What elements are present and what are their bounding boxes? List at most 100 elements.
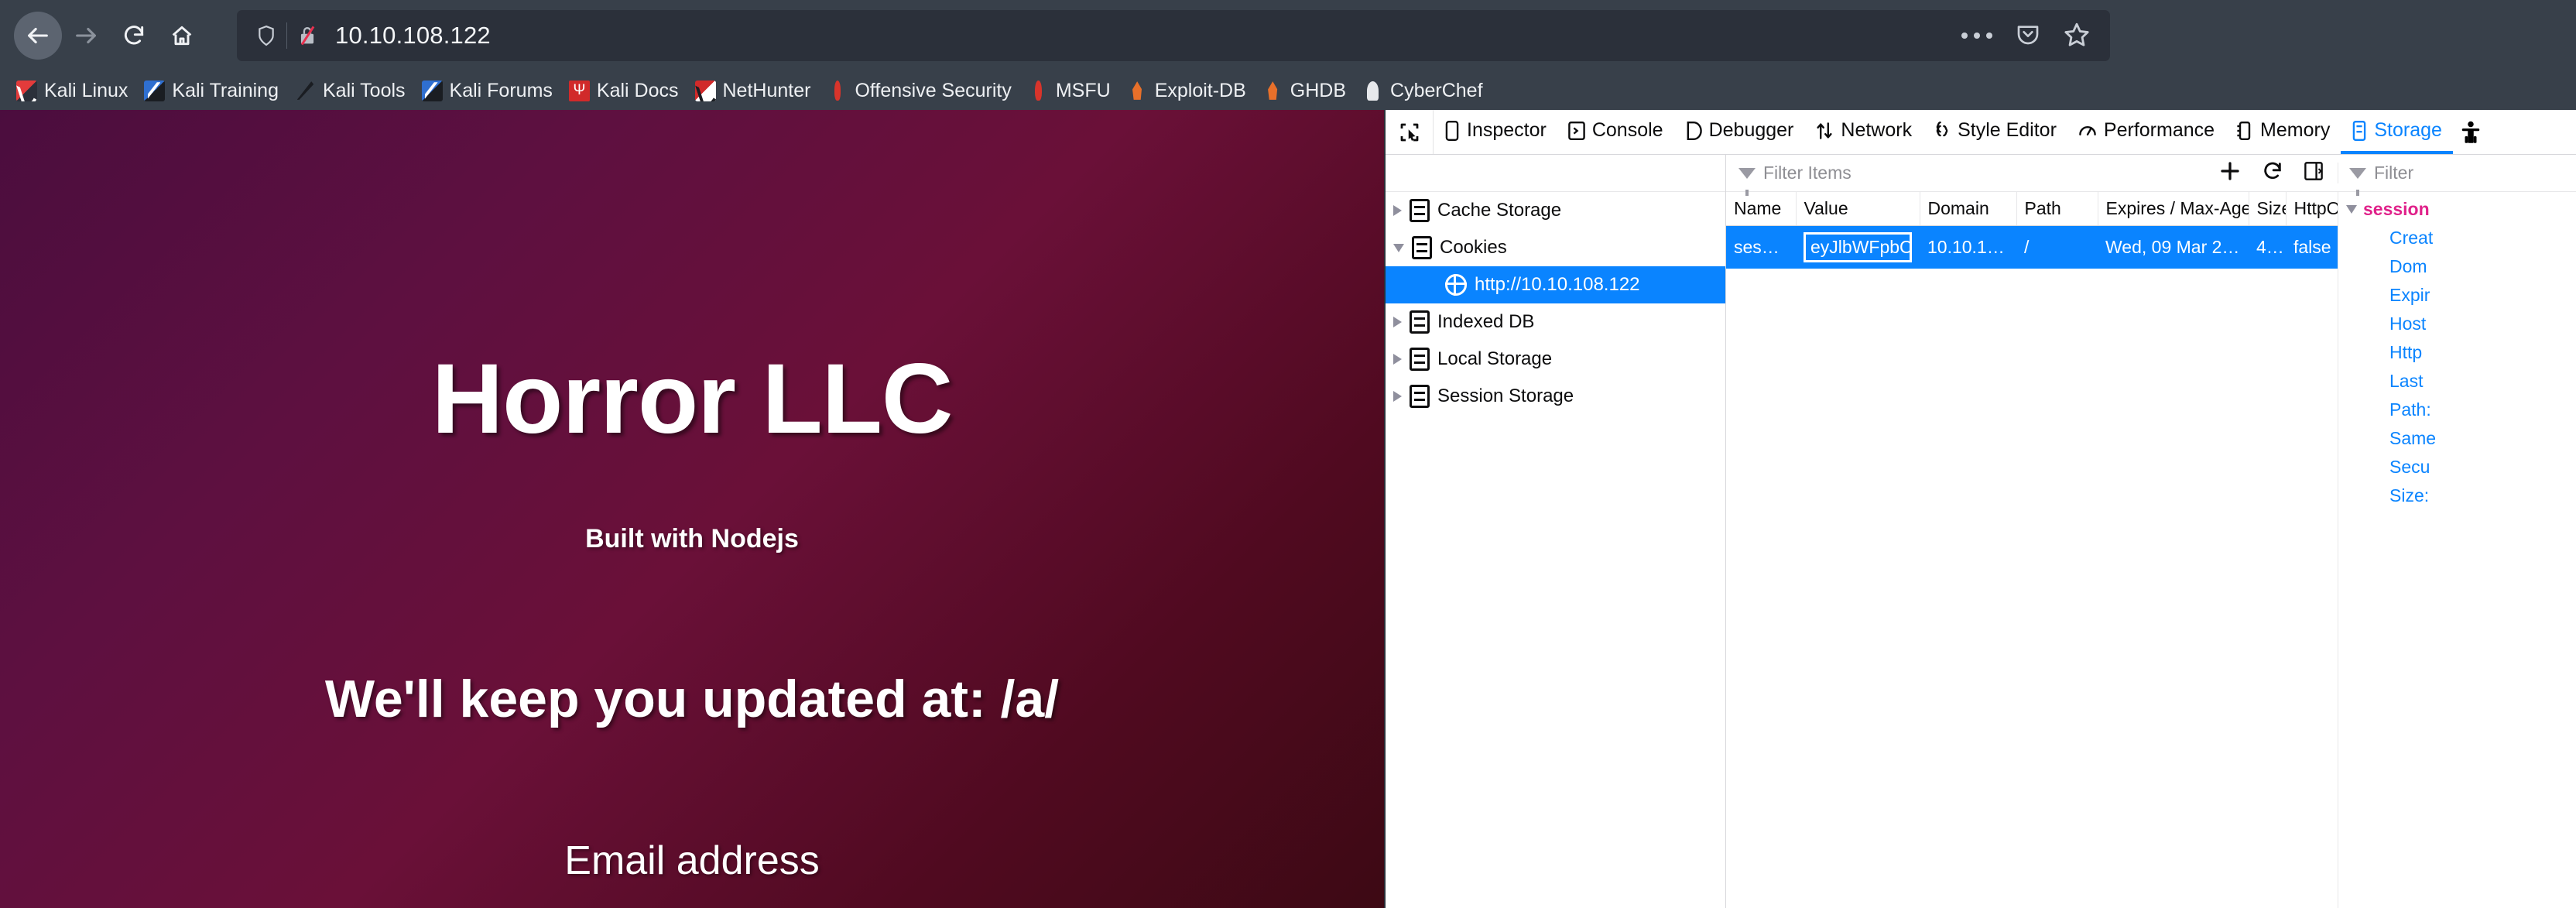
data-property-row[interactable]: Http bbox=[2338, 338, 2576, 367]
accessibility-person-icon[interactable] bbox=[2453, 110, 2489, 154]
data-property-row[interactable]: Creat bbox=[2338, 224, 2576, 252]
tab-performance[interactable]: Performance bbox=[2067, 110, 2225, 154]
data-property-row[interactable]: Size: bbox=[2338, 481, 2576, 510]
address-divider bbox=[286, 22, 287, 49]
chevron-right-icon[interactable] bbox=[1393, 205, 1402, 216]
column-header-domain[interactable]: Domain bbox=[1920, 192, 2017, 226]
chevron-right-icon[interactable] bbox=[1393, 317, 1402, 327]
column-header-name[interactable]: Name bbox=[1726, 192, 1797, 226]
bookmark-kali-training[interactable]: Kali Training bbox=[137, 77, 286, 105]
table-row[interactable]: session eyJlbWFpbCI6ICJ 10.10.108.122 / … bbox=[1726, 225, 2348, 269]
url-text[interactable]: 10.10.108.122 bbox=[335, 22, 1961, 50]
devtools-toolbar: Inspector Console Debugger Network Style… bbox=[1386, 110, 2576, 155]
back-button[interactable] bbox=[14, 12, 62, 60]
cell-path[interactable]: / bbox=[2016, 225, 2098, 269]
kali-training-icon bbox=[144, 80, 166, 101]
data-property-label: Host bbox=[2389, 314, 2427, 334]
address-bar[interactable]: 10.10.108.122 bbox=[237, 10, 2110, 61]
chevron-right-icon[interactable] bbox=[1393, 354, 1402, 365]
tab-network[interactable]: Network bbox=[1804, 110, 1923, 154]
chevron-down-icon[interactable] bbox=[2346, 205, 2357, 214]
data-property-row[interactable]: Dom bbox=[2338, 252, 2576, 281]
column-header-size[interactable]: Size bbox=[2249, 192, 2287, 226]
bookmark-exploit-db[interactable]: Exploit-DB bbox=[1120, 77, 1253, 105]
performance-icon bbox=[2078, 122, 2097, 140]
cell-name[interactable]: session bbox=[1726, 225, 1796, 269]
tree-item-session-storage[interactable]: Session Storage bbox=[1386, 378, 1725, 415]
bookmark-kali-forums[interactable]: Kali Forums bbox=[415, 77, 560, 105]
database-icon bbox=[1410, 310, 1430, 334]
column-header-expires[interactable]: Expires / Max-Age bbox=[2098, 192, 2249, 226]
tab-style-editor[interactable]: Style Editor bbox=[1923, 110, 2067, 154]
ellipsis-icon[interactable] bbox=[1961, 33, 1992, 39]
tree-item-cache-storage[interactable]: Cache Storage bbox=[1386, 192, 1725, 229]
star-icon[interactable] bbox=[2064, 21, 2090, 51]
cell-value[interactable]: eyJlbWFpbCI6ICJ bbox=[1796, 225, 1920, 269]
data-property-row[interactable]: Host bbox=[2338, 310, 2576, 338]
browser-window: 10.10.108.122 Kali Linux Kali Training K bbox=[0, 0, 2576, 908]
tab-inspector[interactable]: Inspector bbox=[1434, 110, 1557, 154]
cell-size[interactable]: 403 bbox=[2249, 225, 2286, 269]
cell-domain[interactable]: 10.10.108.122 bbox=[1920, 225, 2016, 269]
home-button[interactable] bbox=[158, 12, 206, 60]
bookmark-label: Exploit-DB bbox=[1154, 79, 1246, 101]
cookie-value-editor[interactable]: eyJlbWFpbCI6ICJ bbox=[1804, 232, 1912, 262]
bookmark-kali-tools[interactable]: Kali Tools bbox=[288, 77, 413, 105]
tree-item-cookies[interactable]: Cookies bbox=[1386, 229, 1725, 266]
page-title: Horror LLC bbox=[431, 344, 954, 454]
page-notice: We'll keep you updated at: /a/ bbox=[324, 670, 1060, 728]
kali-dragon-icon bbox=[16, 80, 37, 101]
tab-memory[interactable]: Memory bbox=[2225, 110, 2341, 154]
column-header-path[interactable]: Path bbox=[2016, 192, 2098, 226]
network-icon bbox=[1815, 122, 1834, 140]
bookmark-kali-docs[interactable]: Kali Docs bbox=[562, 77, 686, 105]
sidebar-toggle-icon[interactable] bbox=[2304, 161, 2324, 185]
tab-label: Storage bbox=[2374, 119, 2442, 141]
data-property-row[interactable]: Expir bbox=[2338, 281, 2576, 310]
data-property-row[interactable]: Secu bbox=[2338, 453, 2576, 481]
data-property-row[interactable]: Path: bbox=[2338, 396, 2576, 424]
data-property-row[interactable]: Same bbox=[2338, 424, 2576, 453]
tab-storage[interactable]: Storage bbox=[2341, 110, 2453, 154]
bookmark-ghdb[interactable]: GHDB bbox=[1255, 77, 1353, 105]
debugger-icon bbox=[1685, 121, 1702, 140]
storage-main: Filter Items Filter Name Value Domain Pa… bbox=[1726, 155, 2576, 908]
bookmark-msfu[interactable]: MSFU bbox=[1021, 77, 1118, 105]
bookmark-offensive-security[interactable]: Offensive Security bbox=[820, 77, 1018, 105]
bookmark-label: Offensive Security bbox=[855, 79, 1012, 101]
pocket-icon[interactable] bbox=[2016, 22, 2040, 50]
tree-item-label: Session Storage bbox=[1437, 385, 1574, 406]
element-picker-icon[interactable] bbox=[1386, 110, 1434, 154]
chevron-right-icon[interactable] bbox=[1393, 391, 1402, 402]
tree-item-cookie-origin[interactable]: http://10.10.108.122 bbox=[1386, 266, 1725, 303]
email-field-label: Email address bbox=[564, 838, 820, 883]
data-filter-input[interactable]: Filter bbox=[2338, 163, 2576, 196]
refresh-icon[interactable] bbox=[2262, 160, 2283, 186]
tree-item-local-storage[interactable]: Local Storage bbox=[1386, 341, 1725, 378]
bookmark-kali-linux[interactable]: Kali Linux bbox=[9, 77, 135, 105]
bookmark-label: Kali Training bbox=[172, 79, 279, 101]
tab-label: Memory bbox=[2260, 119, 2331, 141]
data-property-row[interactable]: Last bbox=[2338, 367, 2576, 396]
tab-debugger[interactable]: Debugger bbox=[1674, 110, 1805, 154]
shield-icon[interactable] bbox=[251, 24, 282, 47]
forward-button[interactable] bbox=[62, 12, 110, 60]
database-icon bbox=[1410, 385, 1430, 408]
broken-lock-icon[interactable] bbox=[292, 24, 323, 47]
tree-item-indexed-db[interactable]: Indexed DB bbox=[1386, 303, 1725, 341]
filter-items-input[interactable]: Filter Items bbox=[1726, 163, 2204, 196]
cell-expires[interactable]: Wed, 09 Mar 2022 ... bbox=[2098, 225, 2249, 269]
data-root-row[interactable]: session bbox=[2338, 195, 2576, 224]
column-header-value[interactable]: Value bbox=[1796, 192, 1920, 226]
data-property-label: Expir bbox=[2389, 285, 2430, 305]
tab-console[interactable]: Console bbox=[1557, 110, 1674, 154]
bookmark-nethunter[interactable]: NetHunter bbox=[688, 77, 818, 105]
table-header-row: Name Value Domain Path Expires / Max-Age… bbox=[1726, 192, 2348, 226]
tree-item-label: Indexed DB bbox=[1437, 311, 1535, 332]
bookmark-cyberchef[interactable]: CyberChef bbox=[1355, 77, 1490, 105]
globe-icon bbox=[1445, 274, 1467, 296]
chevron-down-icon[interactable] bbox=[1393, 243, 1404, 252]
plus-icon[interactable] bbox=[2218, 159, 2242, 187]
bookmark-label: NetHunter bbox=[722, 79, 811, 101]
reload-button[interactable] bbox=[110, 12, 158, 60]
